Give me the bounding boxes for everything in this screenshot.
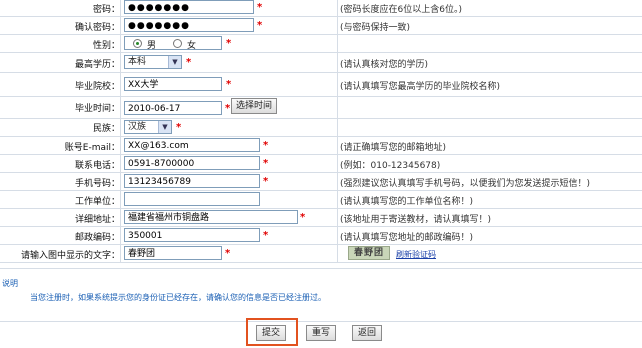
captcha-field[interactable]: 春野团 (124, 246, 222, 260)
address-label: 详细地址： (74, 215, 120, 225)
postcode-label: 邮政编码： (74, 233, 120, 243)
ethnicity-select[interactable]: 汉族 ▼ (124, 120, 172, 134)
school-note: (请认真填写您最高学历的毕业院校名称) (340, 82, 501, 92)
required-mark: * (226, 38, 232, 49)
captcha-image: 春野团 (348, 246, 390, 260)
notice-title: 说明 (2, 279, 18, 288)
graduation-time-field[interactable]: 2010-06-17 (124, 101, 222, 115)
graduation-time-label: 毕业时间： (74, 104, 120, 114)
email-label: 账号E-mail： (64, 143, 120, 153)
required-mark: * (225, 248, 231, 259)
confirm-password-note: (与密码保持一致) (340, 23, 411, 33)
ethnicity-label: 民族： (92, 124, 120, 134)
required-mark: * (257, 20, 263, 31)
confirm-password-field[interactable]: ●●●●●●● (124, 18, 254, 32)
required-mark: * (263, 176, 269, 187)
employer-field[interactable] (124, 192, 260, 206)
school-field[interactable]: XX大学 (124, 77, 222, 91)
password-note: (密码长度应在6位以上含6位。) (340, 5, 462, 15)
select-time-button[interactable]: 选择时间 (231, 98, 277, 114)
mobile-label: 手机号码： (74, 179, 120, 189)
row-gender: 性别： 男 女 * (0, 34, 642, 53)
confirm-password-label: 确认密码： (74, 23, 120, 33)
address-field[interactable]: 福建省福州市铜盘路 (124, 210, 298, 224)
employer-note: (请认真填写您的工作单位名称！) (340, 197, 474, 207)
ethnicity-value: 汉族 (128, 122, 147, 132)
notice-text: 当您注册时，如果系统提示您的身份证已经存在，请确认您的信息是否已经注册过。 (30, 293, 326, 302)
password-field[interactable]: ●●●●●●● (124, 0, 254, 14)
phone-field[interactable]: 0591-8700000 (124, 156, 260, 170)
row-phone: 联系电话： 0591-8700000 * (例如：010-12345678) (0, 154, 642, 173)
education-value: 本科 (128, 57, 147, 67)
required-mark: * (186, 57, 192, 68)
row-confirm-password: 确认密码： ●●●●●●● * (与密码保持一致) (0, 16, 642, 35)
row-employer: 工作单位： (请认真填写您的工作单位名称！) (0, 190, 642, 209)
employer-label: 工作单位： (74, 197, 120, 207)
required-mark: * (300, 212, 306, 223)
chevron-down-icon: ▼ (168, 56, 181, 68)
row-password: 密码： ●●●●●●● * (密码长度应在6位以上含6位。) (0, 0, 642, 17)
row-graduation-time: 毕业时间： 2010-06-17 * 选择时间 (0, 96, 642, 119)
education-label: 最高学历： (74, 60, 120, 70)
row-postcode: 邮政编码： 350001 * (请认真填写您地址的邮政编码！) (0, 226, 642, 245)
school-label: 毕业院校： (74, 82, 120, 92)
refresh-captcha-link[interactable]: 刷新验证码 (396, 249, 436, 260)
required-mark: * (257, 2, 263, 13)
row-address: 详细地址： 福建省福州市铜盘路 * (该地址用于寄送教材，请认真填写！) (0, 208, 642, 227)
reset-button[interactable]: 重写 (306, 325, 336, 341)
password-label: 密码： (92, 5, 120, 15)
gender-radio-group: 男 女 (124, 36, 222, 51)
mobile-note: (强烈建议您认真填写手机号码，以便我们为您发送提示短信！) (340, 179, 591, 189)
email-note: (请正确填写您的邮箱地址) (340, 143, 447, 153)
row-education: 最高学历： 本科 ▼ * (请认真核对您的学历) (0, 52, 642, 73)
mobile-field[interactable]: 13123456789 (124, 174, 260, 188)
captcha-label: 请输入图中显示的文字： (20, 251, 120, 261)
required-mark: * (225, 103, 231, 114)
required-mark: * (263, 158, 269, 169)
chevron-down-icon: ▼ (158, 121, 171, 133)
row-email: 账号E-mail： XX@163.com * (请正确填写您的邮箱地址) (0, 136, 642, 155)
phone-note: (例如：010-12345678) (340, 161, 441, 171)
row-school: 毕业院校： XX大学 * (请认真填写您最高学历的毕业院校名称) (0, 72, 642, 97)
phone-label: 联系电话： (74, 161, 120, 171)
education-note: (请认真核对您的学历) (340, 60, 429, 70)
required-mark: * (176, 122, 182, 133)
gender-female-label: 女 (187, 41, 197, 51)
row-mobile: 手机号码： 13123456789 * (强烈建议您认真填写手机号码，以便我们为… (0, 172, 642, 191)
address-note: (该地址用于寄送教材，请认真填写！) (340, 215, 492, 225)
row-captcha: 请输入图中显示的文字： 春野团 * (0, 244, 642, 263)
required-mark: * (263, 230, 269, 241)
gender-label: 性别： (92, 41, 120, 51)
back-button[interactable]: 返回 (352, 325, 382, 341)
email-field[interactable]: XX@163.com (124, 138, 260, 152)
submit-button[interactable]: 提交 (256, 325, 286, 341)
gender-female-radio[interactable] (173, 39, 182, 48)
required-mark: * (226, 79, 232, 90)
gender-male-radio[interactable] (133, 39, 142, 48)
postcode-note: (请认真填写您地址的邮政编码！) (340, 233, 474, 243)
education-select[interactable]: 本科 ▼ (124, 55, 182, 69)
postcode-field[interactable]: 350001 (124, 228, 260, 242)
row-ethnicity: 民族： 汉族 ▼ * (0, 118, 642, 137)
gender-male-label: 男 (147, 41, 157, 51)
required-mark: * (263, 140, 269, 151)
